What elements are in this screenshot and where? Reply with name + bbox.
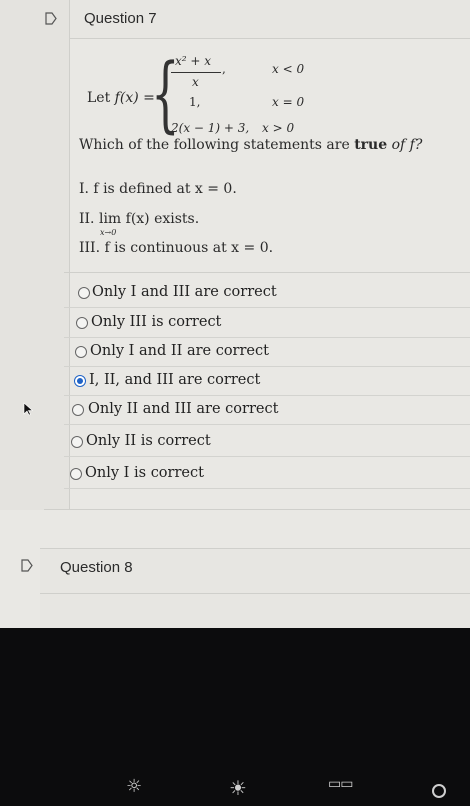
case1-fraction-bar — [171, 72, 221, 73]
prompt-bold: true — [354, 137, 388, 153]
answer-option[interactable]: Only I is correct — [64, 460, 470, 489]
radio-icon[interactable] — [75, 346, 87, 358]
answer-option[interactable]: Only I and II are correct — [64, 338, 470, 367]
flag-question-icon[interactable] — [45, 12, 57, 25]
intro-word: Let — [87, 90, 115, 106]
question-8-divider — [40, 593, 470, 594]
answer-option-label: Only I and II are correct — [90, 343, 269, 359]
function-lhs: f(x) = — [114, 90, 155, 106]
answer-option[interactable]: Only II is correct — [64, 428, 470, 457]
answer-option-label: I, II, and III are correct — [89, 372, 261, 388]
quiz-screen: Question 7 Let f(x) = { x² + x x , x < 0… — [0, 0, 470, 628]
question-8-title: Question 8 — [60, 559, 133, 576]
prompt-end: of f? — [387, 137, 423, 153]
answer-option-label: Only II is correct — [86, 433, 211, 449]
statement-3: III. f is continuous at x = 0. — [79, 240, 274, 256]
answer-option-label: Only III is correct — [91, 314, 222, 330]
question-prompt: Which of the following statements are tr… — [79, 137, 422, 153]
answer-option[interactable]: I, II, and III are correct — [64, 367, 470, 396]
question-7-header: Question 7 — [70, 0, 470, 39]
case2-expression: 1, — [189, 95, 201, 109]
answer-option-label: Only I is correct — [85, 465, 204, 481]
radio-icon[interactable] — [71, 436, 83, 448]
answer-option[interactable]: Only I and III are correct — [64, 279, 470, 308]
case1-comma: , — [222, 62, 226, 76]
brightness-down-icon[interactable]: ☼ — [126, 776, 142, 797]
radio-selected-icon[interactable] — [74, 375, 86, 387]
question-7-sidebar — [0, 0, 70, 510]
radio-icon[interactable] — [72, 404, 84, 416]
search-key-icon[interactable] — [432, 784, 446, 798]
prompt-start: Which of the following statements are — [79, 137, 355, 153]
intro-text: Let f(x) = — [87, 90, 155, 106]
brightness-up-icon[interactable]: ☀ — [229, 776, 247, 800]
question-8-header: Question 8 — [40, 548, 470, 628]
statements-divider — [64, 272, 470, 273]
case3-condition: x > 0 — [262, 121, 295, 135]
radio-icon[interactable] — [78, 287, 90, 299]
statement-2: II. lim f(x) exists. — [79, 211, 200, 227]
limit-subscript: x→0 — [100, 228, 117, 237]
answer-option-label: Only II and III are correct — [88, 401, 279, 417]
statement-1: I. f is defined at x = 0. — [79, 181, 237, 197]
mission-control-icon[interactable]: ▭▭ — [328, 776, 353, 792]
question-7-title: Question 7 — [84, 10, 157, 27]
radio-icon[interactable] — [70, 468, 82, 480]
case2-condition: x = 0 — [272, 95, 305, 109]
case1-denominator: x — [192, 75, 199, 89]
case1-numerator: x² + x — [175, 54, 212, 68]
answer-option-label: Only I and III are correct — [92, 284, 277, 300]
case3-expression: 2(x − 1) + 3, — [171, 121, 250, 135]
mouse-pointer-icon — [23, 402, 33, 416]
radio-icon[interactable] — [76, 317, 88, 329]
flag-question-8-icon[interactable] — [21, 559, 33, 572]
answer-option[interactable]: Only III is correct — [64, 309, 470, 338]
answer-option[interactable]: Only II and III are correct — [64, 396, 470, 425]
case1-condition: x < 0 — [272, 62, 305, 76]
question-7-bottom-border — [44, 509, 470, 510]
